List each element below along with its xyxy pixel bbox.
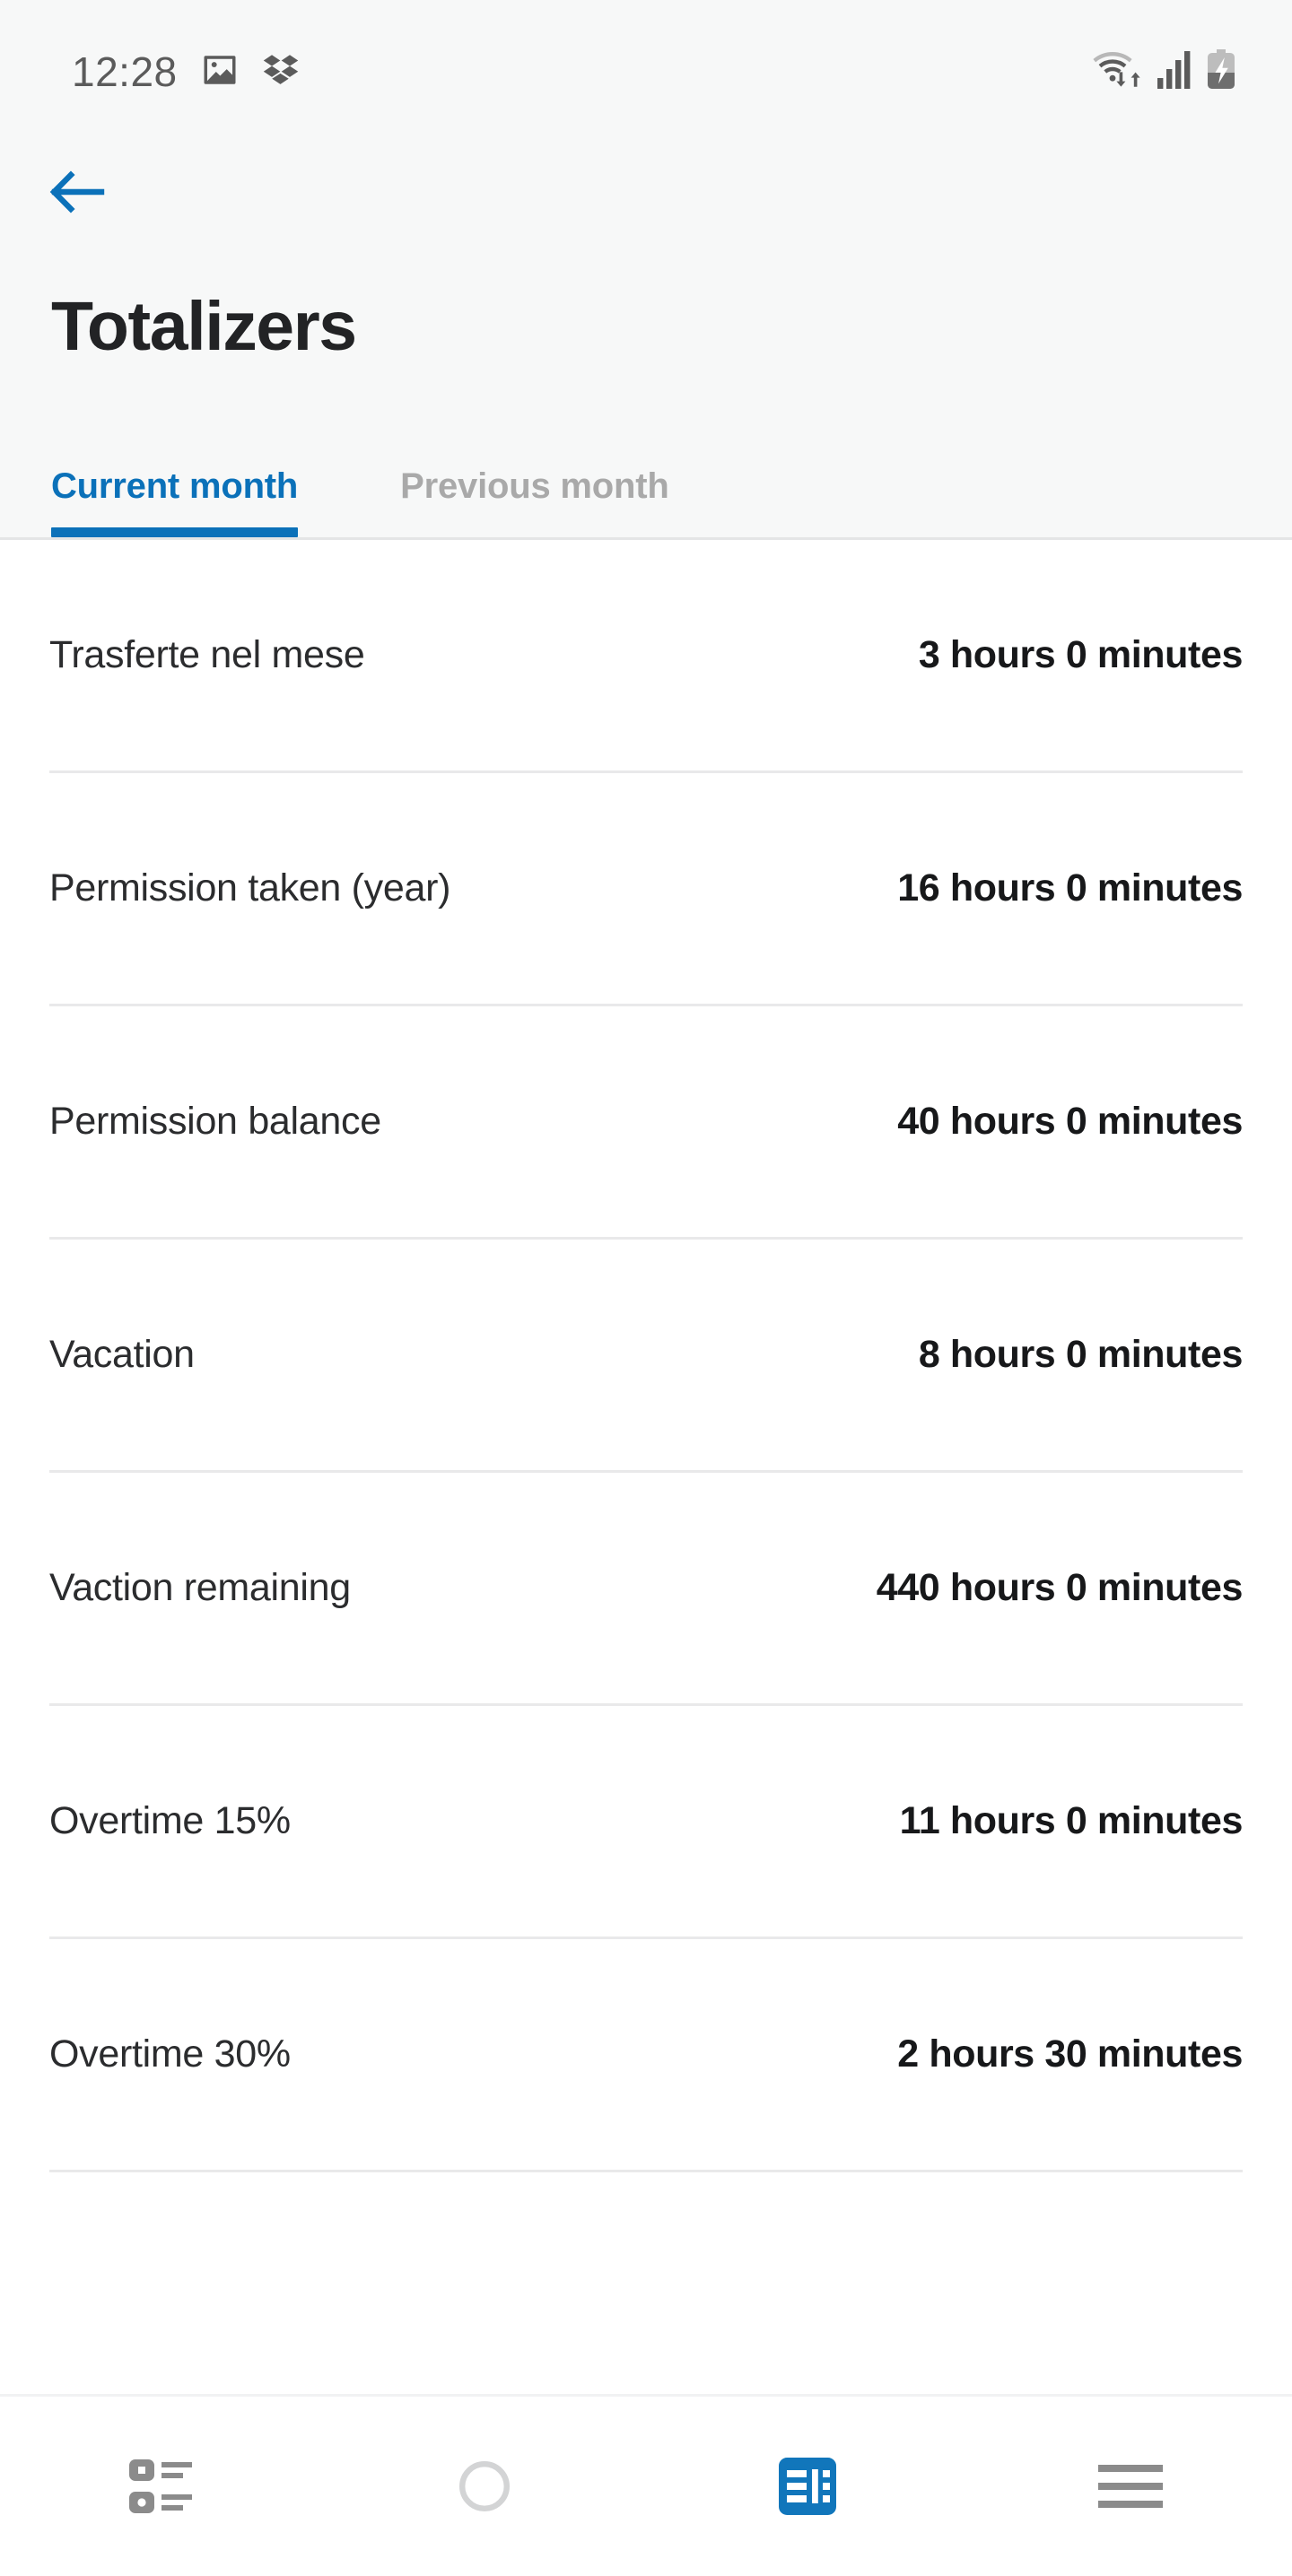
photo-gallery-icon	[201, 51, 239, 93]
totalizer-label: Permission balance	[49, 1100, 381, 1143]
table-row: Overtime 30% 2 hours 30 minutes	[49, 1939, 1243, 2172]
totalizer-label: Trasferte nel mese	[49, 633, 365, 676]
dropbox-icon	[262, 51, 300, 93]
nav-item-timesheet[interactable]	[646, 2397, 969, 2576]
wifi-data-transfer-icon	[1093, 50, 1143, 94]
nav-item-activity-list[interactable]	[0, 2397, 323, 2576]
totalizer-value: 11 hours 0 minutes	[899, 1799, 1244, 1842]
table-row: Vaction remaining 440 hours 0 minutes	[49, 1473, 1243, 1706]
totalizer-label: Vacation	[49, 1333, 195, 1376]
tab-previous-month[interactable]: Previous month	[400, 466, 669, 537]
tab-bar: Current month Previous month	[51, 440, 1292, 537]
status-bar: 12:28	[0, 0, 1292, 144]
table-row: Trasferte nel mese 3 hours 0 minutes	[49, 540, 1243, 773]
back-arrow-icon	[49, 170, 105, 213]
table-row: Vacation 8 hours 0 minutes	[49, 1240, 1243, 1473]
totalizer-value: 2 hours 30 minutes	[897, 2032, 1243, 2076]
activity-list-icon	[129, 2459, 192, 2513]
totalizer-value: 16 hours 0 minutes	[897, 866, 1243, 909]
table-row: Permission balance 40 hours 0 minutes	[49, 1006, 1243, 1240]
tab-current-month[interactable]: Current month	[51, 466, 298, 537]
battery-charging-icon	[1206, 48, 1236, 95]
totalizer-label: Overtime 30%	[49, 2032, 291, 2076]
cellular-signal-icon	[1157, 50, 1192, 93]
timesheet-icon	[779, 2458, 836, 2515]
page-header: Totalizers Current month Previous month	[0, 144, 1292, 537]
totalizer-label: Overtime 15%	[49, 1799, 291, 1842]
totalizer-value: 3 hours 0 minutes	[918, 633, 1244, 676]
back-button[interactable]	[44, 159, 110, 225]
status-bar-clock: 12:28	[72, 48, 178, 95]
page-title: Totalizers	[51, 288, 357, 365]
totalizer-label: Vaction remaining	[49, 1566, 351, 1609]
table-row: Overtime 15% 11 hours 0 minutes	[49, 1706, 1243, 1939]
table-row: Permission taken (year) 16 hours 0 minut…	[49, 773, 1243, 1006]
content-spacer	[0, 2283, 1292, 2394]
menu-hamburger-icon	[1098, 2465, 1163, 2508]
totalizer-value: 440 hours 0 minutes	[876, 1566, 1244, 1609]
totalizer-value: 40 hours 0 minutes	[897, 1100, 1243, 1143]
app-screen: 12:28 Totalizers Current month Previous …	[0, 0, 1292, 2576]
record-circle-icon	[459, 2461, 510, 2511]
totalizer-value: 8 hours 0 minutes	[918, 1333, 1244, 1376]
bottom-navigation-bar	[0, 2397, 1292, 2576]
nav-item-record-circle[interactable]	[323, 2397, 646, 2576]
totalizer-label: Permission taken (year)	[49, 866, 451, 909]
status-bar-right	[1093, 48, 1236, 95]
back-row	[49, 144, 1292, 240]
nav-item-menu[interactable]	[969, 2397, 1292, 2576]
totalizers-list: Trasferte nel mese 3 hours 0 minutes Per…	[0, 540, 1292, 2284]
status-bar-left: 12:28	[72, 51, 300, 93]
